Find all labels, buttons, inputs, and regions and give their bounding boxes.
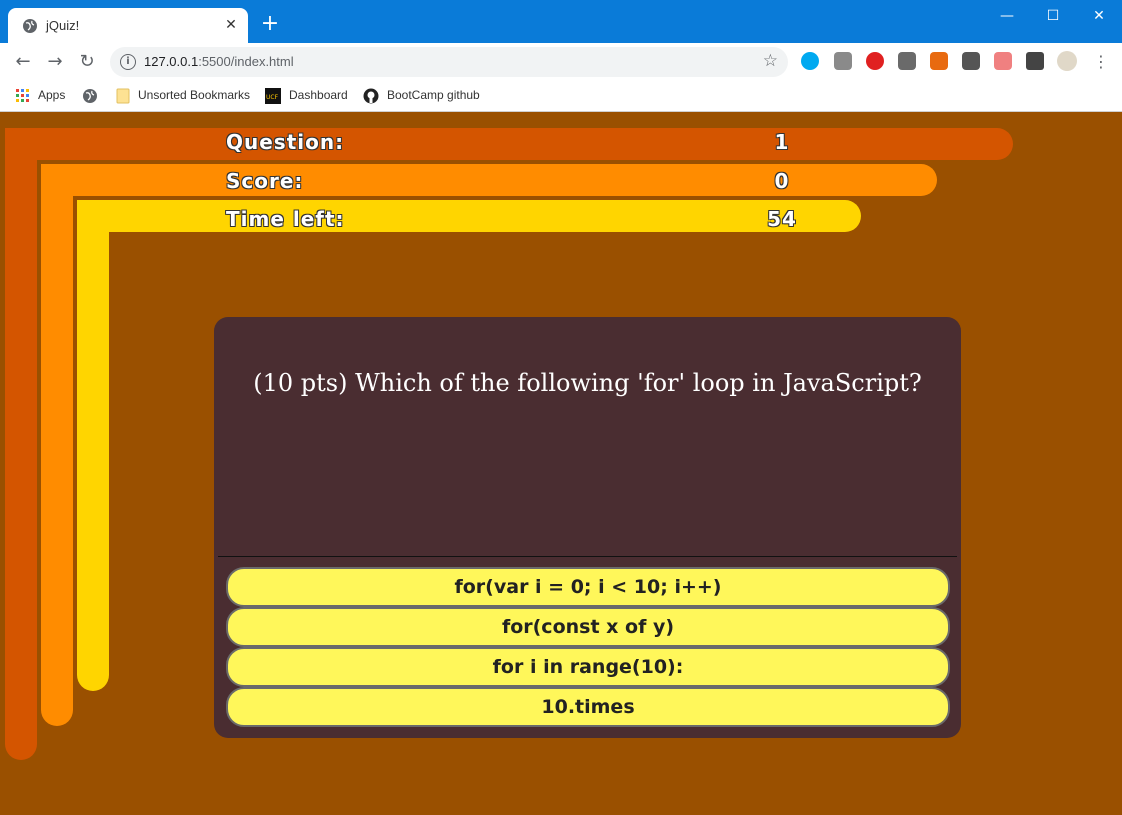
question-bar [5, 128, 1013, 160]
bookmark-label: BootCamp github [387, 88, 480, 102]
bookmark-globe[interactable] [82, 86, 106, 104]
extension-icon[interactable] [994, 52, 1012, 70]
minimize-button[interactable]: — [984, 0, 1030, 32]
question-number: 1 [774, 130, 790, 154]
browser-titlebar: jQuiz! ✕ + — ☐ ✕ [0, 0, 1122, 43]
time-bar-vertical [77, 200, 109, 691]
ucf-logo-icon: UCF [265, 87, 281, 104]
apps-grid-icon [16, 88, 29, 102]
extension-icon[interactable] [962, 52, 980, 70]
score-value: 0 [774, 169, 790, 193]
bookmark-label: Dashboard [289, 88, 348, 102]
bookmark-bootcamp-github[interactable]: BootCamp github [363, 86, 480, 104]
score-label: Score: [226, 169, 304, 193]
bookmark-label: Unsorted Bookmarks [138, 88, 251, 102]
url-host: 127.0.0.1 [144, 54, 199, 69]
folder-icon [116, 88, 130, 104]
bookmark-unsorted[interactable]: Unsorted Bookmarks [116, 86, 250, 104]
url-text[interactable]: 127.0.0.1:5500/index.html [144, 54, 294, 69]
skype-extension-icon[interactable] [801, 52, 819, 70]
card-divider [218, 556, 957, 557]
answer-option-3[interactable]: for i in range(10): [226, 647, 950, 687]
tab-close-icon[interactable]: ✕ [222, 16, 240, 34]
time-bar [77, 200, 861, 232]
globe-icon [23, 19, 37, 33]
answer-option-1[interactable]: for(var i = 0; i < 10; i++) [226, 567, 950, 607]
question-text: (10 pts) Which of the following 'for' lo… [253, 369, 922, 397]
bookmark-label: Apps [38, 88, 66, 102]
time-left-label: Time left: [226, 207, 345, 231]
tag-extension-icon[interactable] [930, 52, 948, 70]
url-path: :5500/index.html [198, 54, 294, 69]
globe-icon [83, 88, 97, 103]
adblock-icon[interactable] [866, 52, 884, 70]
extension-icon[interactable] [898, 52, 916, 70]
menu-icon[interactable]: ⋮ [1088, 49, 1114, 75]
answer-option-4[interactable]: 10.times [226, 687, 950, 727]
browser-tab[interactable]: jQuiz! ✕ [8, 8, 248, 43]
maximize-button[interactable]: ☐ [1030, 0, 1076, 32]
question-label: Question: [226, 130, 345, 154]
question-card: (10 pts) Which of the following 'for' lo… [214, 317, 961, 738]
bookmarks-bar: Apps Unsorted Bookmarks UCF Dashboard Bo… [0, 80, 1122, 112]
svg-text:UCF: UCF [266, 94, 279, 101]
reload-icon[interactable]: ↻ [74, 49, 100, 75]
site-info-icon[interactable]: i [120, 54, 136, 70]
bookmark-dashboard[interactable]: UCF Dashboard [265, 86, 348, 104]
extension-icon[interactable] [834, 52, 852, 70]
answer-option-2[interactable]: for(const x of y) [226, 607, 950, 647]
forward-icon[interactable]: → [42, 49, 68, 75]
question-bar-vertical [5, 128, 37, 760]
time-left-value: 54 [767, 207, 797, 231]
bookmark-apps[interactable]: Apps [16, 86, 65, 104]
bookmark-star-icon[interactable]: ☆ [763, 51, 778, 71]
new-tab-button[interactable]: + [258, 12, 282, 36]
tab-title: jQuiz! [46, 18, 80, 33]
score-bar-vertical [41, 164, 73, 726]
browser-toolbar: ← → ↻ i 127.0.0.1:5500/index.html ☆ ⋮ [0, 43, 1122, 80]
address-bar[interactable]: i 127.0.0.1:5500/index.html ☆ [110, 47, 788, 77]
quiz-page: Question: 1 Score: 0 Time left: 54 (10 p… [0, 112, 1122, 815]
back-icon[interactable]: ← [10, 49, 36, 75]
puzzle-extensions-icon[interactable] [1026, 52, 1044, 70]
close-window-button[interactable]: ✕ [1076, 0, 1122, 32]
github-icon [363, 88, 379, 104]
profile-avatar[interactable] [1057, 51, 1077, 71]
